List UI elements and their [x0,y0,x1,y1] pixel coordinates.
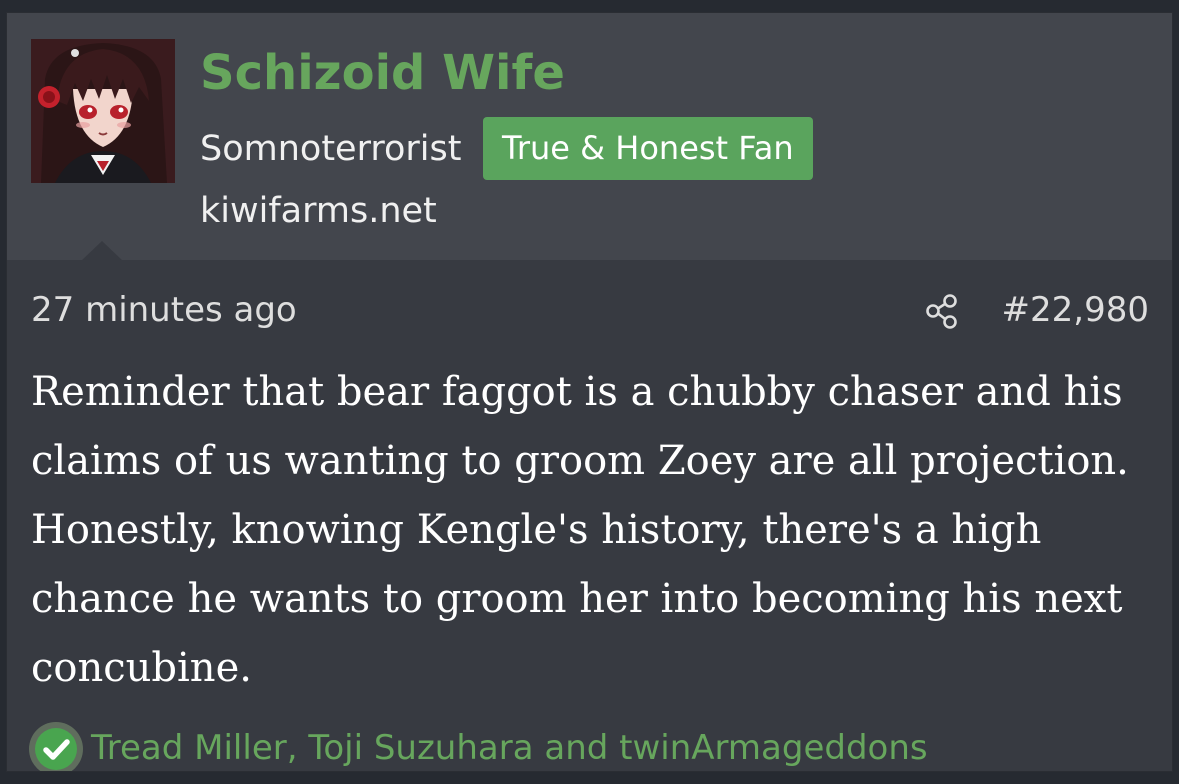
avatar[interactable] [31,39,175,183]
username[interactable]: Schizoid Wife [200,43,565,103]
post-number-link[interactable]: #22,980 [1002,289,1149,331]
user-badge: True & Honest Fan [483,117,813,180]
avatar-image [31,39,175,183]
check-circle-icon [29,722,83,771]
user-header: Schizoid Wife Somnoterrorist True & Hone… [7,13,1172,260]
header-pointer-arrow [81,241,123,261]
share-icon[interactable] [924,292,962,330]
reaction-users-link[interactable]: Tread Miller, Toji Suzuhara and twinArma… [91,724,928,771]
post-card: Schizoid Wife Somnoterrorist True & Hone… [6,12,1173,772]
post-body: Reminder that bear faggot is a chubby ch… [31,369,1129,691]
post-timestamp[interactable]: 27 minutes ago [31,289,297,331]
user-title: Somnoterrorist [200,129,462,169]
user-site: kiwifarms.net [200,191,437,231]
